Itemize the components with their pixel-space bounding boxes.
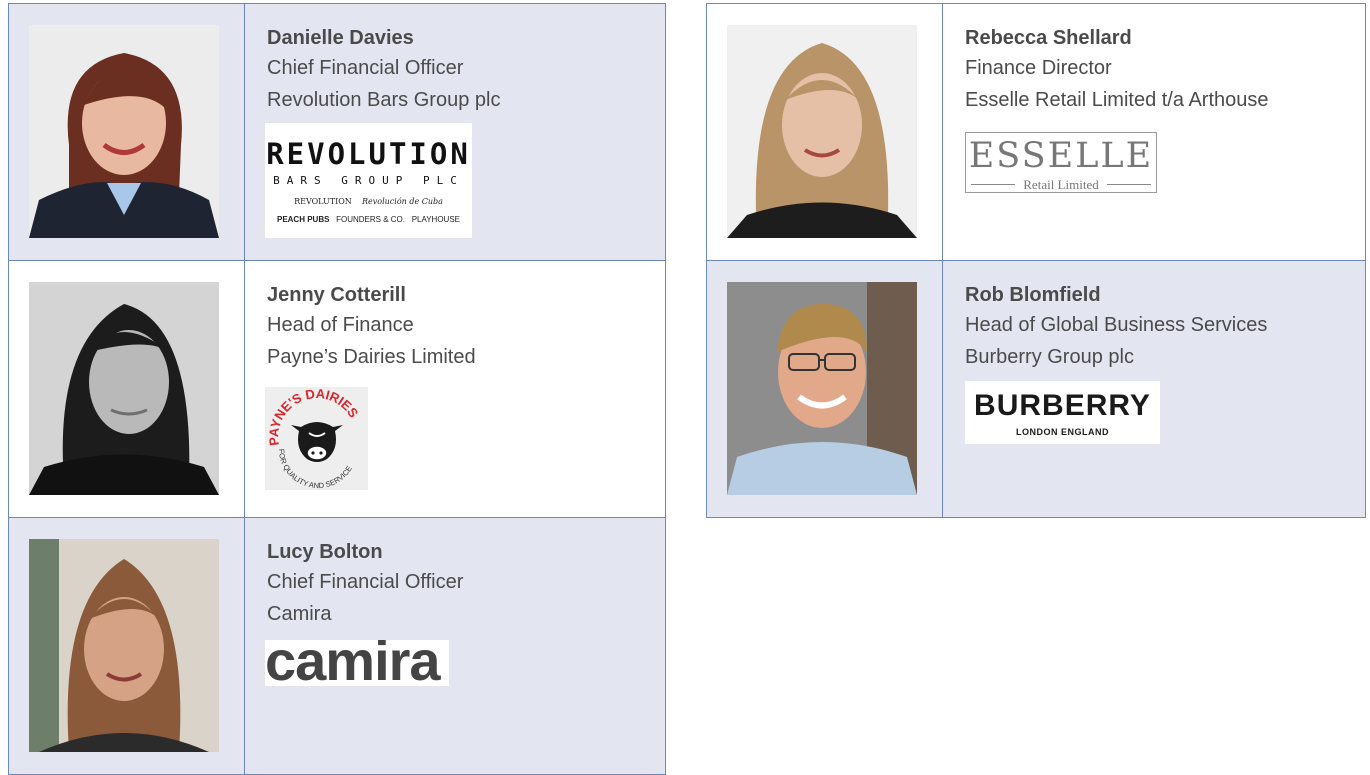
logo-wordmark: BURBERRY	[974, 389, 1151, 422]
burberry-logo: BURBERRY LONDON ENGLAND	[965, 381, 1160, 444]
brand-label: REVOLUTION	[294, 197, 352, 206]
portrait-photo	[29, 282, 219, 495]
photo-column	[9, 4, 245, 260]
logo-subtitle: BARS GROUP PLC	[273, 174, 464, 187]
profile-card-rob-blomfield: Rob Blomfield Head of Global Business Se…	[706, 260, 1366, 518]
photo-column	[9, 261, 245, 517]
brand-label: Revolución de Cuba	[361, 197, 443, 206]
person-role: Finance Director	[965, 57, 1112, 79]
portrait-photo	[727, 282, 917, 495]
person-company: Payne’s Dairies Limited	[267, 346, 476, 368]
cow-icon: PAYNE'S DAIRIES FOR QUALITY AND SERVICE	[266, 387, 362, 490]
logo-subtitle: Retail Limited	[1023, 177, 1099, 192]
profile-info: Lucy Bolton Chief Financial Officer Cami…	[267, 538, 655, 630]
person-role: Chief Financial Officer	[267, 571, 464, 593]
logo-wordmark: REVOLUTION	[266, 137, 471, 171]
profile-card-danielle-davies: Danielle Davies Chief Financial Officer …	[8, 3, 666, 261]
person-name: Rob Blomfield	[965, 284, 1101, 306]
profile-info: Rebecca Shellard Finance Director Essell…	[965, 24, 1355, 116]
person-company: Burberry Group plc	[965, 346, 1134, 368]
profile-card-lucy-bolton: Lucy Bolton Chief Financial Officer Cami…	[8, 517, 666, 775]
person-role: Head of Finance	[267, 314, 414, 336]
brand-label: PLAYHOUSE	[411, 215, 460, 224]
person-name: Rebecca Shellard	[965, 27, 1132, 49]
person-company: Camira	[267, 603, 332, 625]
person-name: Jenny Cotterill	[267, 284, 406, 306]
person-name: Lucy Bolton	[267, 541, 383, 563]
camira-logo: camira	[265, 640, 449, 686]
logo-wordmark: camira	[265, 640, 441, 686]
profile-info: Jenny Cotterill Head of Finance Payne’s …	[267, 281, 655, 373]
person-role: Chief Financial Officer	[267, 57, 464, 79]
photo-column	[707, 261, 943, 517]
profile-info: Rob Blomfield Head of Global Business Se…	[965, 281, 1355, 373]
logo-brands-row: PEACH PUBS FOUNDERS & CO. PLAYHOUSE	[265, 215, 472, 224]
portrait-photo	[727, 25, 917, 238]
person-name: Danielle Davies	[267, 27, 414, 49]
logo-brands-row: REVOLUTION Revolución de Cuba	[265, 197, 472, 206]
profile-card-rebecca-shellard: Rebecca Shellard Finance Director Essell…	[706, 3, 1366, 261]
profile-card-jenny-cotterill: Jenny Cotterill Head of Finance Payne’s …	[8, 260, 666, 518]
logo-subtitle: LONDON ENGLAND	[1016, 427, 1109, 437]
person-role: Head of Global Business Services	[965, 314, 1268, 336]
person-company: Esselle Retail Limited t/a Arthouse	[965, 89, 1269, 111]
portrait-photo	[29, 25, 219, 238]
photo-column	[707, 4, 943, 260]
logo-wordmark: ESSELLE	[968, 136, 1154, 176]
photo-column	[9, 518, 245, 774]
esselle-logo: ESSELLE Retail Limited	[965, 132, 1157, 193]
person-company: Revolution Bars Group plc	[267, 89, 501, 111]
brand-label: FOUNDERS & CO.	[336, 215, 406, 224]
paynes-dairies-logo: PAYNE'S DAIRIES FOR QUALITY AND SERVICE	[265, 387, 368, 490]
brand-label: PEACH PUBS	[276, 215, 330, 224]
profile-info: Danielle Davies Chief Financial Officer …	[267, 24, 655, 116]
revolution-bars-logo: REVOLUTION BARS GROUP PLC REVOLUTION Rev…	[265, 123, 472, 238]
portrait-photo	[29, 539, 219, 752]
